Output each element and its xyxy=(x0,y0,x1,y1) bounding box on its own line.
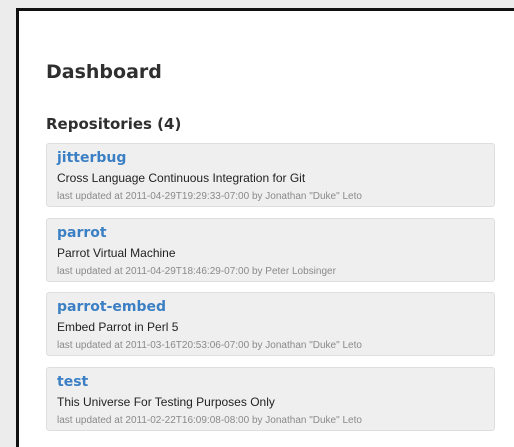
repository-last-updated: last updated at 2011-04-29T19:29:33-07:0… xyxy=(57,191,362,202)
repository-last-updated: last updated at 2011-03-16T20:53:06-07:0… xyxy=(57,340,362,351)
repository-card: jitterbug Cross Language Continuous Inte… xyxy=(46,143,495,207)
repository-description: Cross Language Continuous Integration fo… xyxy=(57,171,306,185)
repository-card: parrot Parrot Virtual Machine last updat… xyxy=(46,217,495,282)
repositories-heading: Repositories (4) xyxy=(46,115,182,133)
repository-description: Embed Parrot in Perl 5 xyxy=(57,320,179,334)
repository-description: Parrot Virtual Machine xyxy=(57,245,176,260)
repository-link[interactable]: parrot-embed xyxy=(57,299,166,315)
repository-list: jitterbug Cross Language Continuous Inte… xyxy=(46,143,495,441)
repository-link[interactable]: test xyxy=(57,374,88,390)
repository-last-updated: last updated at 2011-04-29T18:46:29-07:0… xyxy=(57,265,336,277)
main-panel: Dashboard Repositories (4) jitterbug Cro… xyxy=(16,8,514,447)
page-title: Dashboard xyxy=(46,61,162,83)
repository-card: parrot-embed Embed Parrot in Perl 5 last… xyxy=(46,292,495,356)
repository-description: This Universe For Testing Purposes Only xyxy=(57,394,275,409)
repository-link[interactable]: parrot xyxy=(57,225,107,241)
repository-link[interactable]: jitterbug xyxy=(57,150,126,166)
repository-card: test This Universe For Testing Purposes … xyxy=(46,366,495,431)
repository-last-updated: last updated at 2011-02-22T16:09:08-08:0… xyxy=(57,414,362,426)
